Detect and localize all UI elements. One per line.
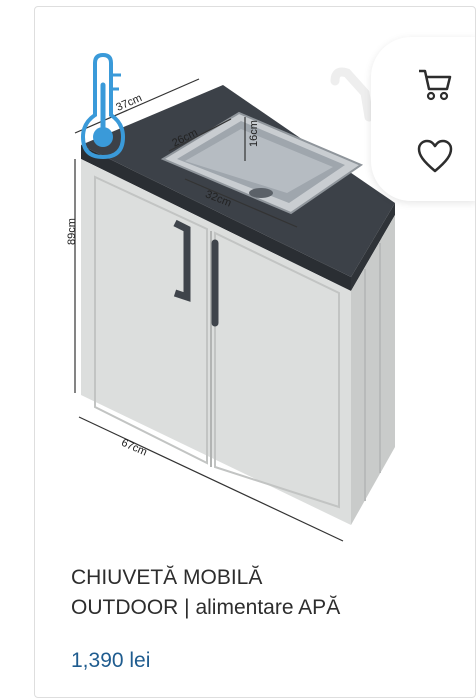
- sink-depth-label: 16cm: [248, 120, 260, 147]
- product-title-line-2: OUTDOOR | alimentare APĂ: [71, 596, 341, 619]
- width-label: 67cm: [119, 437, 148, 459]
- product-title-line-1: CHIUVETĂ MOBILĂ: [71, 566, 263, 589]
- heart-icon[interactable]: [415, 137, 455, 177]
- product-title[interactable]: CHIUVETĂ MOBILĂ OUTDOOR | alimentare APĂ: [71, 563, 467, 623]
- height-label: 89cm: [66, 218, 78, 245]
- product-price: 1,390 lei: [71, 649, 151, 672]
- action-panel: [371, 37, 475, 201]
- thermometer-icon: [81, 53, 126, 160]
- product-card[interactable]: 37cm 26cm 16cm 32cm 89cm 67cm CHIUVETĂ M…: [34, 6, 476, 698]
- cart-icon[interactable]: [415, 63, 455, 103]
